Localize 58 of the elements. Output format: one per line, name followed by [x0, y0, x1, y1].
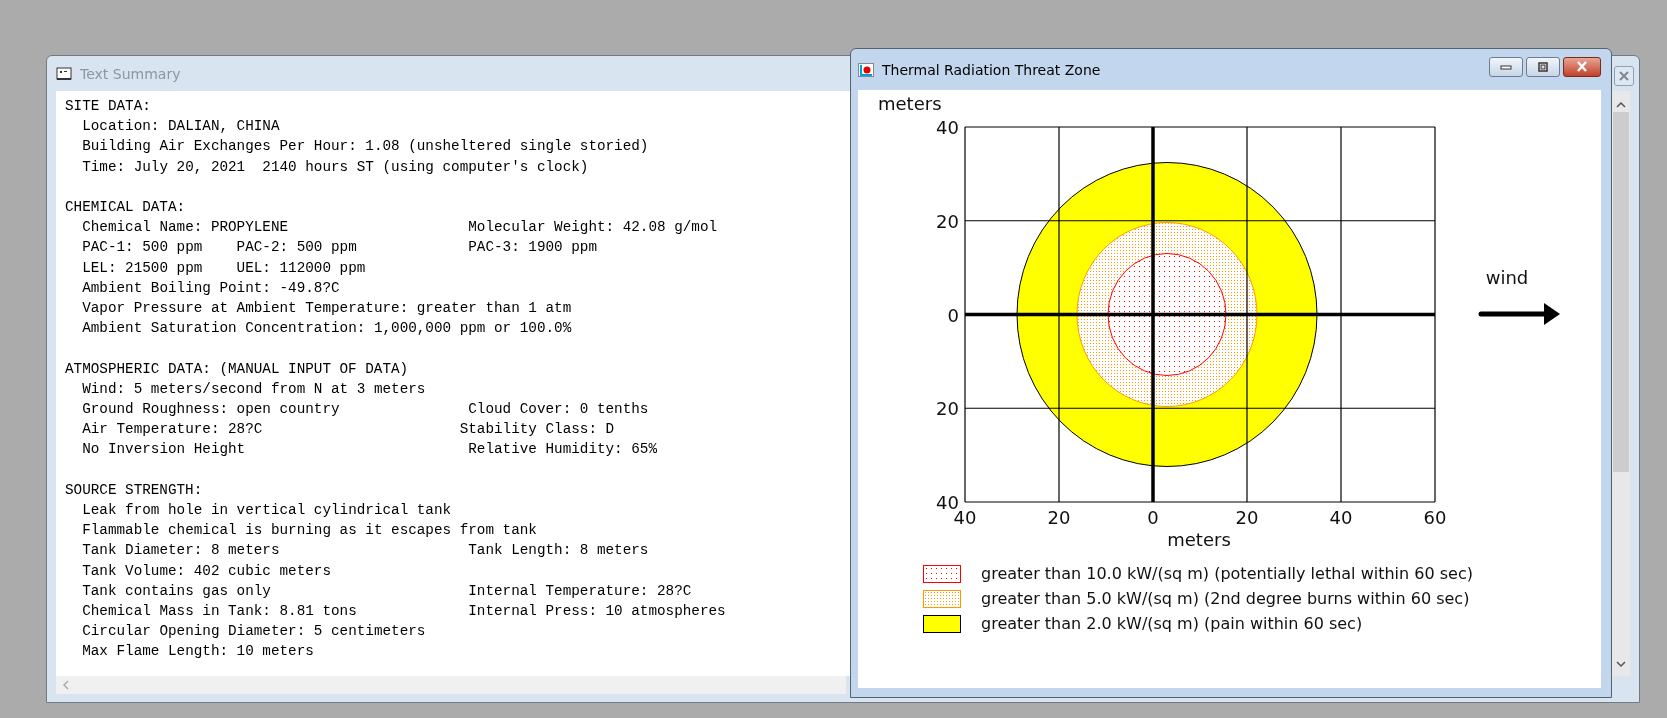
summary-line: Air Temperature: 28?C Stability Class: D: [81, 420, 615, 440]
summary-line: Leak from hole in vertical cylindrical tank: [81, 501, 452, 520]
window-title: Text Summary: [80, 65, 181, 82]
x-axis-label: meters: [1167, 529, 1231, 550]
x-tick-label: 0: [1147, 507, 1159, 528]
document-icon: [56, 66, 72, 81]
minimize-button[interactable]: [1489, 56, 1523, 77]
summary-line: Building Air Exchanges Per Hour: 1.08 (unsheltered single storied): [81, 137, 649, 157]
summary-line: Flammable chemical is burning as it escapes from tank: [81, 521, 537, 541]
x-tick-label: 60: [1423, 507, 1447, 528]
legend-label: greater than 10.0 kW/(sq m) (potentially lethal within 60 sec): [981, 564, 1473, 583]
summary-line: No Inversion Height Relative Humidity: 65%: [81, 440, 658, 460]
y-tick-label: 20: [936, 210, 959, 232]
scroll-thumb[interactable]: [1613, 112, 1629, 472]
y-tick-label: 20: [936, 398, 959, 420]
close-icon: [1618, 71, 1630, 81]
summary-line: Wind: 5 meters/second from N at 3 meters: [81, 379, 426, 399]
scroll-up-icon[interactable]: [1616, 101, 1626, 108]
horizontal-scrollbar[interactable]: [56, 676, 846, 694]
section-heading: SOURCE STRENGTH:: [65, 480, 203, 500]
summary-line: Ground Roughness: open country Cloud Cover: 0 tenths: [81, 400, 649, 419]
scroll-down-icon[interactable]: [1616, 661, 1626, 668]
maximize-icon: [1537, 61, 1549, 72]
summary-line: Tank Volume: 402 cubic meters: [81, 561, 331, 581]
x-tick-label: 40: [1329, 507, 1353, 528]
window-title: Thermal Radiation Threat Zone: [882, 61, 1101, 78]
y-tick-label: 0: [947, 304, 959, 326]
summary-line: Tank Diameter: 8 meters Tank Length: 8 meters: [81, 541, 649, 561]
summary-line: Ambient Boiling Point: -49.8?C: [81, 278, 340, 298]
y-tick-label: 40: [936, 492, 959, 513]
summary-line: Time: July 20, 2021 2140 hours ST (using computer's clock): [81, 157, 589, 177]
summary-line: LEL: 21500 ppm UEL: 112000 ppm: [81, 258, 366, 278]
section-heading: ATMOSPHERIC DATA: (MANUAL INPUT OF DATA): [65, 359, 409, 379]
maximize-button[interactable]: [1526, 56, 1560, 77]
chart-icon: [858, 62, 874, 77]
close-icon: [1575, 61, 1589, 72]
summary-line: Max Flame Length: 10 meters: [81, 642, 314, 662]
x-tick-label: 20: [1235, 507, 1259, 528]
vertical-scrollbar[interactable]: [1612, 91, 1630, 676]
wind-label: wind: [1485, 267, 1529, 288]
scroll-left-icon[interactable]: [62, 680, 69, 690]
y-tick-label: 40: [936, 117, 959, 138]
summary-line: Location: DALIAN, CHINA: [81, 117, 280, 137]
close-button[interactable]: [1563, 56, 1601, 77]
section-heading: CHEMICAL DATA:: [65, 198, 186, 217]
minimize-icon: [1500, 62, 1512, 71]
summary-line: Ambient Saturation Concentration: 1,000,000 ppm or 100.0%: [81, 319, 572, 339]
section-heading: SITE DATA:: [65, 97, 151, 116]
summary-line: Tank contains gas only Internal Temperature: 28?C: [81, 581, 692, 601]
legend-label: greater than 2.0 kW/(sq m) (pain within 60 sec): [981, 614, 1363, 633]
summary-line: Circular Opening Diameter: 5 centimeters: [81, 622, 426, 642]
summary-line: Vapor Pressure at Ambient Temperature: greater than 1 atm: [81, 299, 572, 318]
y-axis-label: meters: [878, 93, 942, 114]
x-tick-label: 20: [1047, 507, 1071, 528]
summary-line: PAC-1: 500 ppm PAC-2: 500 ppm PAC-3: 1900 ppm: [81, 238, 597, 258]
legend-label: greater than 5.0 kW/(sq m) (2nd degree burns within 60 sec): [981, 589, 1470, 608]
summary-line: Chemical Name: PROPYLENE Molecular Weight: 42.08 g/mol: [81, 218, 718, 238]
summary-line: Chemical Mass in Tank: 8.81 tons Internal Press: 10 atmospheres: [81, 602, 726, 622]
